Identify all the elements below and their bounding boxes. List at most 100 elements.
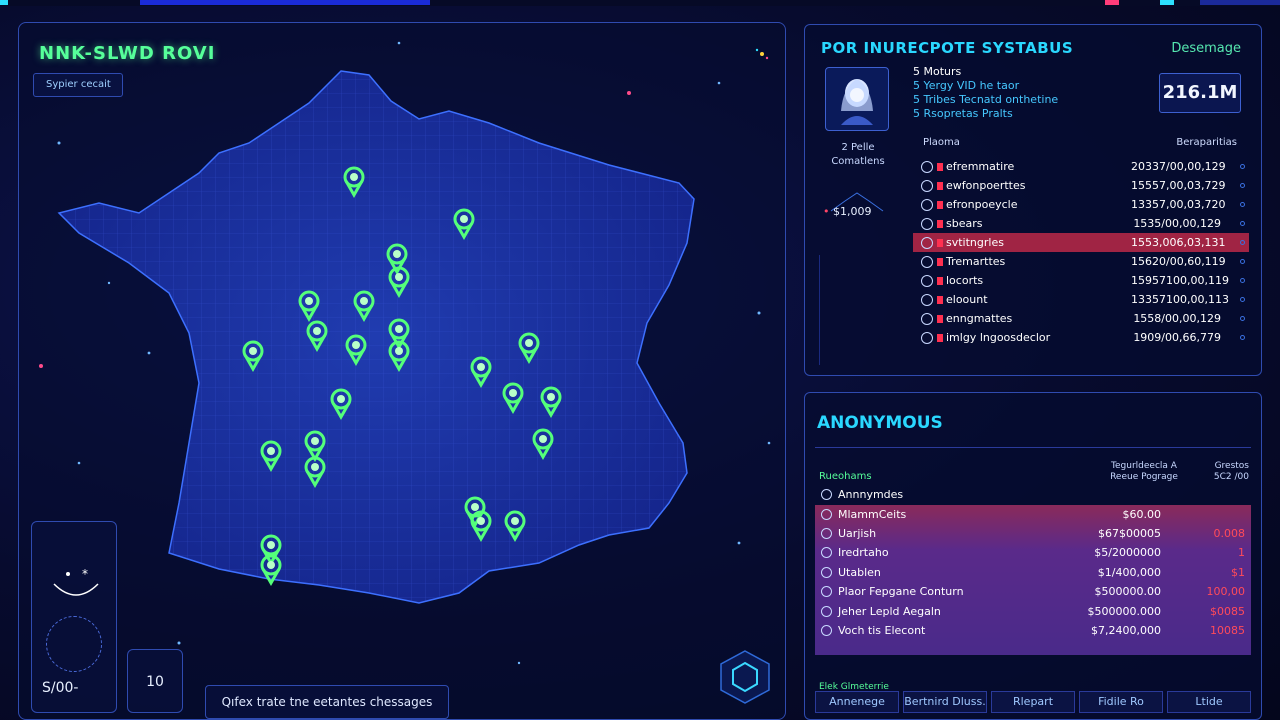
row-status-icon[interactable] bbox=[1240, 183, 1245, 188]
info-line: 5 Yergy VID he taor bbox=[913, 79, 1020, 92]
row-name: ewfonpoerttes bbox=[946, 179, 1026, 192]
list-item[interactable]: Plaor Fepgane Conturn $500000.00 100,00 bbox=[815, 582, 1251, 601]
anon-table: Annnymdes MlammCeits $60.00 Uarjish $67$0000… bbox=[815, 485, 1251, 640]
row-value: 15620/00,60,119 bbox=[1131, 255, 1226, 268]
tab[interactable]: Bertnird Dluss. bbox=[903, 691, 987, 713]
mini-widget[interactable]: 10 bbox=[127, 649, 183, 713]
svg-text:*: * bbox=[82, 567, 88, 581]
row-value: 15557,00,03,729 bbox=[1131, 179, 1226, 192]
list-item[interactable]: Utablen $1/400,000 $1 bbox=[815, 563, 1251, 582]
hex-button-icon[interactable] bbox=[719, 649, 771, 705]
tab[interactable]: Fidile Ro bbox=[1079, 691, 1163, 713]
info-line: 5 Tribes Tecnatd onthetine bbox=[913, 93, 1059, 106]
item-change: $0085 bbox=[1210, 604, 1245, 618]
item-name: Jeher Lepld Aegaln bbox=[838, 604, 941, 618]
list-item[interactable]: MlammCeits $60.00 bbox=[815, 504, 1251, 523]
row-status-icon[interactable] bbox=[1240, 164, 1245, 169]
list-item[interactable]: Voch tis Elecont $7,2400,000 10085 bbox=[815, 621, 1251, 640]
row-flag-icon bbox=[937, 162, 943, 171]
row-flag-icon bbox=[937, 276, 943, 285]
row-status-icon[interactable] bbox=[1240, 202, 1245, 207]
alert-dot-icon: • bbox=[823, 205, 830, 218]
top-bar bbox=[0, 0, 1280, 6]
system-info: 5 Moturs 5 Yergy VID he taor 5 Tribes Te… bbox=[913, 65, 1058, 121]
row-circle-icon bbox=[921, 255, 933, 268]
side-value-text: $1,009 bbox=[833, 205, 872, 218]
anon-head-right-text: Grestos 5C2 /00 bbox=[1213, 461, 1249, 482]
info-line: 5 Moturs bbox=[913, 65, 962, 78]
anon-column-header-name: Rueohams bbox=[819, 471, 872, 482]
row-value: 1558/00,00,129 bbox=[1133, 312, 1221, 325]
row-name: efremmatire bbox=[946, 160, 1015, 173]
france-map[interactable] bbox=[19, 23, 786, 720]
anon-head-mid-text: Tegurldeecla A Reeue Pograge bbox=[1110, 461, 1178, 482]
row-status-icon[interactable] bbox=[1240, 278, 1245, 283]
top-bar-segment bbox=[0, 0, 8, 5]
row-flag-icon bbox=[937, 200, 943, 209]
row-flag-icon bbox=[937, 257, 943, 266]
list-item[interactable]: Jeher Lepld Aegaln $500000.000 $0085 bbox=[815, 601, 1251, 620]
left-widget[interactable]: * S/00- bbox=[31, 521, 117, 713]
row-circle-icon bbox=[921, 217, 933, 230]
anon-column-header-amount: Tegurldeecla A Reeue Pograge bbox=[1089, 461, 1199, 483]
row-status-icon[interactable] bbox=[1240, 335, 1245, 340]
row-status-icon[interactable] bbox=[1240, 297, 1245, 302]
list-item[interactable]: Uarjish $67$00005 0.008 bbox=[815, 524, 1251, 543]
list-item[interactable]: Annnymdes bbox=[815, 485, 1251, 504]
row-name: enngmattes bbox=[946, 312, 1013, 325]
avatar[interactable] bbox=[825, 67, 889, 131]
left-widget-value: S/00- bbox=[42, 680, 79, 696]
item-change: 100,00 bbox=[1206, 585, 1246, 599]
item-name: Plaor Fepgane Conturn bbox=[838, 585, 964, 599]
row-circle-icon bbox=[921, 198, 933, 211]
table-row[interactable]: Tremarttes 15620/00,60,119 bbox=[913, 252, 1249, 271]
row-circle-icon bbox=[821, 586, 832, 598]
list-item[interactable]: Iredrtaho $5/2000000 1 bbox=[815, 543, 1251, 562]
tab[interactable]: Rlepart bbox=[991, 691, 1075, 713]
row-flag-icon bbox=[937, 314, 943, 323]
table-row[interactable]: ewfonpoerttes 15557,00,03,729 bbox=[913, 176, 1249, 195]
item-amount: $67$00005 bbox=[1098, 526, 1161, 540]
table-row[interactable]: efronpoeycle 13357,00,03,720 bbox=[913, 195, 1249, 214]
row-value: 13357100,00,113 bbox=[1131, 293, 1229, 306]
map-grid bbox=[59, 71, 694, 603]
map-filter-button[interactable]: Sypier cecait bbox=[33, 73, 123, 97]
row-status-icon[interactable] bbox=[1240, 221, 1245, 226]
row-flag-icon bbox=[937, 295, 943, 304]
tab[interactable]: Annenege bbox=[815, 691, 899, 713]
row-status-icon[interactable] bbox=[1240, 240, 1245, 245]
table-row[interactable]: svtitngrles 1553,006,03,131 bbox=[913, 233, 1249, 252]
avatar-icon bbox=[841, 79, 873, 125]
system-panel-link[interactable]: Desemage bbox=[1171, 41, 1241, 56]
item-amount: $7,2400,000 bbox=[1091, 623, 1161, 637]
table-row[interactable]: eloount 13357100,00,113 bbox=[913, 290, 1249, 309]
status-bar[interactable]: Qıfex trate tne eetantes chessages bbox=[205, 685, 449, 719]
row-name: eloount bbox=[946, 293, 988, 306]
row-name: svtitngrles bbox=[946, 236, 1004, 249]
row-circle-icon bbox=[821, 508, 832, 520]
table-row[interactable]: imlgy lngoosdeclor 1909/00,66,779 bbox=[913, 328, 1249, 347]
top-bar-alert bbox=[1105, 0, 1119, 5]
tab[interactable]: Ltide bbox=[1167, 691, 1251, 713]
table-header: Plaoma Beraparitias bbox=[913, 137, 1249, 157]
table-row[interactable]: enngmattes 1558/00,00,129 bbox=[913, 309, 1249, 328]
row-status-icon[interactable] bbox=[1240, 259, 1245, 264]
row-circle-icon bbox=[921, 160, 933, 173]
row-flag-icon bbox=[937, 219, 943, 228]
table-row[interactable]: sbears 1535/00,00,129 bbox=[913, 214, 1249, 233]
row-circle-icon bbox=[921, 274, 933, 287]
row-name: sbears bbox=[946, 217, 983, 230]
info-line: 5 Rsopretas Pralts bbox=[913, 107, 1013, 120]
row-status-icon[interactable] bbox=[1240, 316, 1245, 321]
table-row[interactable]: efremmatire 20337/00,00,129 bbox=[913, 157, 1249, 176]
row-circle-icon bbox=[821, 605, 832, 617]
top-bar-segment bbox=[1200, 0, 1280, 5]
table-row[interactable]: locorts 15957100,00,119 bbox=[913, 271, 1249, 290]
row-circle-icon bbox=[921, 179, 933, 192]
item-amount: $60.00 bbox=[1122, 507, 1162, 521]
side-stats-line: Comatlens bbox=[831, 156, 885, 167]
side-stats-line: 2 Pelle bbox=[841, 142, 875, 153]
row-name: efronpoeycle bbox=[946, 198, 1018, 211]
column-header-name: Plaoma bbox=[923, 137, 960, 148]
top-bar-tab-active[interactable] bbox=[140, 0, 430, 5]
